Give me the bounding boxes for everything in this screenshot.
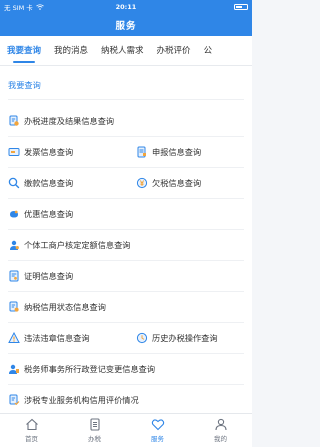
item-declare-query[interactable]: 申报信息查询 (136, 137, 201, 167)
service-eval-icon (8, 394, 20, 406)
tabbar-label: 首页 (25, 435, 38, 443)
item-certificate-query[interactable]: 证明信息查询 (8, 261, 73, 291)
item-payment-query[interactable]: 缴款信息查询 (8, 168, 73, 198)
bottom-tab-bar: 首页 办税 服务 我的 (0, 413, 252, 447)
history-icon (136, 332, 148, 344)
item-label: 缴款信息查询 (24, 178, 74, 188)
item-credit-query[interactable]: 纳税信用状态信息查询 (8, 292, 106, 322)
tabbar-mine[interactable]: 我的 (193, 418, 249, 443)
declare-icon (136, 146, 148, 158)
item-discount-query[interactable]: 优惠信息查询 (8, 199, 73, 229)
status-time: 20:11 (115, 3, 137, 11)
item-label: 历史办税操作查询 (152, 333, 218, 343)
item-label: 发票信息查询 (24, 147, 74, 157)
item-service-eval-query[interactable]: 涉税专业服务机构信用评价情况 (8, 385, 139, 413)
item-label: 欠税信息查询 (152, 178, 202, 188)
arrears-icon (136, 177, 148, 189)
tab-messages[interactable]: 我的消息 (54, 36, 88, 65)
item-label: 优惠信息查询 (24, 209, 74, 219)
item-arrears-query[interactable]: 欠税信息查询 (136, 168, 201, 198)
agency-icon (8, 363, 20, 375)
tabbar-label: 我的 (214, 435, 227, 443)
service-tabs: 我要查询 我的消息 纳税人需求 办税评价 公 (0, 36, 252, 66)
item-label: 税务师事务所行政登记变更信息查询 (24, 364, 156, 374)
item-agency-query[interactable]: 税务师事务所行政登记变更信息查询 (8, 354, 155, 384)
tabbar-tax[interactable]: 办税 (67, 418, 123, 443)
battery-icon (234, 4, 248, 10)
item-label: 涉税专业服务机构信用评价情况 (24, 395, 139, 405)
item-label: 证明信息查询 (24, 271, 74, 281)
tab-more[interactable]: 公 (204, 36, 213, 65)
item-label: 个体工商户核定定额信息查询 (24, 240, 131, 250)
item-violation-query[interactable]: 违法违章信息查询 (8, 323, 90, 353)
status-bar: 无 SIM 卡 20:11 (0, 0, 252, 14)
progress-doc-icon (8, 115, 20, 127)
tab-query[interactable]: 我要查询 (7, 36, 41, 65)
item-quota-query[interactable]: 个体工商户核定定额信息查询 (8, 230, 130, 260)
tab-tax-evaluation[interactable]: 办税评价 (157, 36, 191, 65)
search-icon (8, 177, 20, 189)
user-icon (214, 418, 227, 431)
item-invoice-query[interactable]: 发票信息查询 (8, 137, 73, 167)
divider (8, 99, 244, 100)
invoice-icon (8, 146, 20, 158)
tabbar-service[interactable]: 服务 (130, 418, 186, 443)
item-history-query[interactable]: 历史办税操作查询 (136, 323, 218, 353)
certificate-icon (8, 270, 20, 282)
tabbar-home[interactable]: 首页 (4, 418, 60, 443)
tabbar-label: 办税 (88, 435, 101, 443)
violation-icon (8, 332, 20, 344)
page-title: 服务 (115, 21, 137, 32)
query-list: 我要查询 办税进度及结果信息查询 发票信息查询 申报信息查询 缴款信息查询 欠税… (0, 66, 252, 413)
tab-taxpayer-needs[interactable]: 纳税人需求 (101, 36, 144, 65)
section-title: 我要查询 (8, 80, 41, 90)
item-label: 违法违章信息查询 (24, 333, 90, 343)
item-progress-query[interactable]: 办税进度及结果信息查询 (8, 106, 114, 136)
navigation-bar: 服务 (0, 14, 252, 36)
heart-icon (151, 419, 164, 431)
home-icon (25, 418, 38, 431)
discount-icon (8, 208, 20, 220)
item-label: 纳税信用状态信息查询 (24, 302, 106, 312)
tabbar-label: 服务 (151, 435, 164, 443)
person-icon (8, 239, 20, 251)
document-icon (89, 418, 100, 431)
item-label: 办税进度及结果信息查询 (24, 116, 115, 126)
item-label: 申报信息查询 (152, 147, 202, 157)
credit-icon (8, 301, 20, 313)
